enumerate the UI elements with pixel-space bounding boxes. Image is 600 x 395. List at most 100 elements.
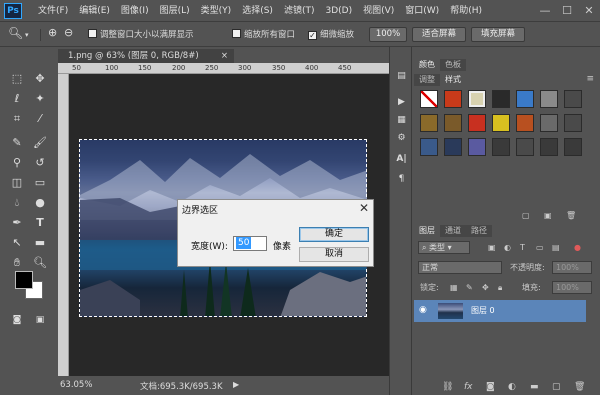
rectangle-tool-icon[interactable]: ▬ <box>31 234 49 252</box>
pen-tool-icon[interactable]: ✒ <box>8 214 26 232</box>
tab-paths[interactable]: 路径 <box>466 225 492 237</box>
tab-color[interactable]: 颜色 <box>414 59 440 71</box>
menu-filter[interactable]: 滤镜(T) <box>284 0 315 22</box>
menu-edit[interactable]: 编辑(E) <box>79 0 110 22</box>
adjustment-layer-icon[interactable]: ◐ <box>508 382 516 392</box>
new-style-button[interactable]: ▢ <box>522 211 530 220</box>
zoom-all-windows-option[interactable]: 缩放所有窗口 <box>232 28 295 42</box>
style-swatch[interactable] <box>420 90 438 108</box>
link-layers-icon[interactable]: ⛓ <box>442 382 453 392</box>
layer-kind-filter[interactable]: ⌕ 类型 ▾ <box>418 241 470 254</box>
foreground-color[interactable] <box>15 271 33 289</box>
menu-view[interactable]: 视图(V) <box>363 0 394 22</box>
dodge-tool-icon[interactable]: ● <box>31 194 49 212</box>
hand-tool-icon[interactable]: ✋︎ <box>8 254 26 272</box>
path-selection-tool-icon[interactable]: ↖ <box>8 234 26 252</box>
style-swatch[interactable] <box>420 138 438 156</box>
style-swatch[interactable] <box>516 90 534 108</box>
style-swatch[interactable] <box>564 90 582 108</box>
marquee-tool-icon[interactable]: ⬚ <box>8 70 26 88</box>
zoom-all-windows-checkbox[interactable] <box>232 29 241 38</box>
close-document-icon[interactable]: × <box>221 49 228 63</box>
style-swatch[interactable] <box>516 114 534 132</box>
style-swatch[interactable] <box>540 90 558 108</box>
magic-wand-tool-icon[interactable]: ✦ <box>31 90 49 108</box>
character-panel-icon[interactable]: A| <box>394 152 409 167</box>
style-swatch[interactable] <box>444 114 462 132</box>
paragraph-panel-icon[interactable]: ¶ <box>394 172 409 187</box>
resize-window-checkbox[interactable] <box>88 29 97 38</box>
tab-adjustments[interactable]: 调整 <box>414 74 440 86</box>
style-swatch[interactable] <box>492 138 510 156</box>
layer-style-icon[interactable]: fx <box>464 382 473 392</box>
filter-type-icon[interactable]: T <box>520 241 525 254</box>
crop-tool-icon[interactable]: ⌗ <box>8 110 26 128</box>
layer-name[interactable]: 图层 0 <box>471 305 495 316</box>
lock-position-icon[interactable]: ✥ <box>482 281 489 294</box>
move-tool-icon[interactable]: ✥ <box>31 70 49 88</box>
new-group-icon[interactable]: ▬ <box>530 382 539 392</box>
zoom-tool-icon[interactable]: 🔍︎ <box>8 26 23 40</box>
style-swatch[interactable] <box>492 114 510 132</box>
scrubby-zoom-checkbox[interactable]: ✓ <box>308 31 317 40</box>
lock-all-icon[interactable]: 🔒︎ <box>498 281 502 294</box>
fill-screen-button[interactable]: 填充屏幕 <box>471 27 525 42</box>
new-layer-icon[interactable]: ▢ <box>552 382 561 392</box>
style-swatch[interactable] <box>420 114 438 132</box>
resize-window-option[interactable]: 调整窗口大小以满屏显示 <box>88 28 194 42</box>
healing-brush-tool-icon[interactable]: ✎ <box>8 134 26 152</box>
eyedropper-tool-icon[interactable]: ⁄ <box>31 110 49 128</box>
cancel-button[interactable]: 取消 <box>299 247 369 262</box>
clone-stamp-tool-icon[interactable]: ⚲ <box>8 154 26 172</box>
tab-layers[interactable]: 图层 <box>414 225 440 237</box>
style-swatch[interactable] <box>468 138 486 156</box>
tab-swatches[interactable]: 色板 <box>440 59 466 71</box>
scrubby-zoom-option[interactable]: ✓ 细微缩放 <box>308 28 354 42</box>
minimize-button[interactable]: — <box>534 0 556 22</box>
menu-type[interactable]: 类型(Y) <box>201 0 232 22</box>
zoom-level-field[interactable]: 63.05% <box>60 380 92 390</box>
lock-pixels-icon[interactable]: ✎ <box>466 281 473 294</box>
eye-icon[interactable]: ◉ <box>419 305 427 315</box>
delete-layer-icon[interactable]: 🗑︎ <box>574 382 585 392</box>
filter-smart-object-icon[interactable]: ▤ <box>552 241 560 254</box>
dialog-close-button[interactable]: ✕ <box>359 200 369 216</box>
brush-tool-icon[interactable]: 🖌︎ <box>31 134 49 152</box>
screen-mode-icon[interactable]: ▣ <box>31 311 49 329</box>
zoom-in-icon[interactable]: ⊕ <box>48 26 57 40</box>
blend-mode-select[interactable]: 正常 <box>418 261 502 274</box>
style-swatch[interactable] <box>444 138 462 156</box>
document-tab[interactable]: 1.png @ 63% (图层 0, RGB/8#) × <box>58 49 234 63</box>
menu-file[interactable]: 文件(F) <box>38 0 68 22</box>
filter-pixel-icon[interactable]: ▣ <box>488 241 496 254</box>
menu-image[interactable]: 图像(I) <box>121 0 149 22</box>
style-swatch[interactable] <box>516 138 534 156</box>
layer-row[interactable]: ◉ 图层 0 <box>414 300 586 322</box>
menu-help[interactable]: 帮助(H) <box>450 0 482 22</box>
menu-window[interactable]: 窗口(W) <box>405 0 439 22</box>
history-brush-tool-icon[interactable]: ↺ <box>31 154 49 172</box>
style-swatch[interactable] <box>492 90 510 108</box>
maximize-button[interactable]: ☐ <box>556 0 578 22</box>
tool-preset-dropdown-icon[interactable]: ▾ <box>25 28 29 42</box>
style-swatch[interactable] <box>468 90 486 108</box>
type-tool-icon[interactable]: T <box>31 214 49 232</box>
menu-select[interactable]: 选择(S) <box>242 0 273 22</box>
filter-toggle-icon[interactable]: ● <box>574 241 581 254</box>
style-swatch[interactable] <box>564 114 582 132</box>
fill-input[interactable]: 100% <box>552 281 592 294</box>
filter-adjustment-icon[interactable]: ◐ <box>504 241 511 254</box>
menu-3d[interactable]: 3D(D) <box>325 0 352 22</box>
ok-button[interactable]: 确定 <box>299 227 369 242</box>
menu-layer[interactable]: 图层(L) <box>160 0 190 22</box>
style-swatch[interactable] <box>444 90 462 108</box>
style-swatch[interactable] <box>564 138 582 156</box>
status-menu-arrow-icon[interactable]: ▶ <box>233 380 239 389</box>
zoom-tool-icon[interactable]: 🔍︎ <box>31 254 49 272</box>
quick-mask-icon[interactable]: ◙ <box>8 311 26 329</box>
tab-channels[interactable]: 通道 <box>440 225 466 237</box>
new-style-icon[interactable]: ▣ <box>544 211 552 220</box>
lasso-tool-icon[interactable]: ℓ <box>8 90 26 108</box>
style-swatch[interactable] <box>468 114 486 132</box>
opacity-input[interactable]: 100% <box>552 261 592 274</box>
